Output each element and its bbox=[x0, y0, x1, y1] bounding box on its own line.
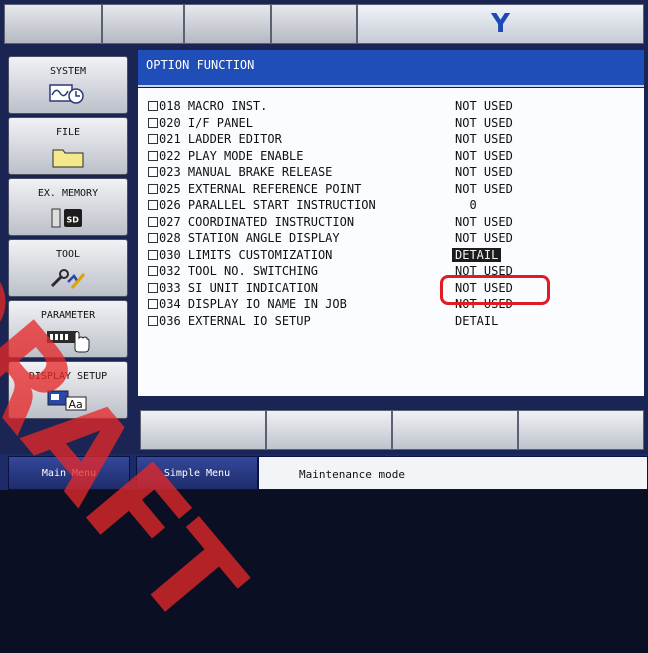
option-value[interactable]: NOT USED bbox=[455, 182, 513, 196]
option-row[interactable]: 023 MANUAL BRAKE RELEASE NOT USED bbox=[148, 164, 638, 180]
menu-system[interactable]: SYSTEM bbox=[8, 56, 128, 114]
display-text-icon: Aa bbox=[9, 388, 127, 412]
checkbox-icon bbox=[148, 150, 158, 161]
function-key-1[interactable] bbox=[140, 410, 266, 450]
sd-card-icon: SD bbox=[9, 205, 127, 229]
option-value[interactable]: NOT USED bbox=[455, 116, 513, 130]
main-menu-button[interactable]: Main Menu bbox=[8, 456, 130, 490]
menu-tool[interactable]: TOOL bbox=[8, 239, 128, 297]
option-row[interactable]: 028 STATION ANGLE DISPLAY NOT USED bbox=[148, 230, 638, 246]
simple-menu-button[interactable]: Simple Menu bbox=[136, 456, 258, 490]
option-name: 021 LADDER EDITOR bbox=[159, 132, 282, 146]
checkbox-icon bbox=[148, 117, 158, 128]
option-row[interactable]: 036 EXTERNAL IO SETUP DETAIL bbox=[148, 313, 638, 329]
checkbox-icon bbox=[148, 134, 158, 144]
main-menu-sidebar: SYSTEM FILE EX. MEMORY SD TOOL PARAMETER bbox=[8, 56, 130, 422]
folder-icon bbox=[9, 144, 127, 168]
option-value[interactable]: NOT USED bbox=[455, 165, 513, 179]
option-name: 030 LIMITS CUSTOMIZATION bbox=[159, 247, 333, 262]
option-list: 018 MACRO INST. NOT USED 020 I/F PANEL NOT… bbox=[138, 88, 644, 396]
option-value[interactable]: NOT USED bbox=[455, 99, 513, 113]
svg-text:SD: SD bbox=[67, 216, 80, 225]
checkbox-icon bbox=[148, 233, 158, 243]
top-button-4[interactable] bbox=[271, 4, 357, 44]
menu-display-setup-label: DISPLAY SETUP bbox=[28, 371, 108, 382]
option-row[interactable]: 026 PARALLEL START INSTRUCTION 0 bbox=[148, 197, 638, 213]
svg-text:Aa: Aa bbox=[69, 398, 83, 411]
panel-title: OPTION FUNCTION bbox=[146, 58, 255, 72]
function-key-2[interactable] bbox=[266, 410, 392, 450]
top-button-2[interactable] bbox=[102, 4, 184, 44]
menu-tool-label: TOOL bbox=[55, 249, 81, 260]
selection-highlight-outline bbox=[440, 275, 550, 305]
option-name: 036 EXTERNAL IO SETUP bbox=[159, 313, 311, 328]
option-row[interactable]: 020 I/F PANEL NOT USED bbox=[148, 115, 638, 131]
checkbox-icon bbox=[148, 266, 158, 276]
checkbox-icon bbox=[148, 216, 158, 227]
option-row[interactable]: 034 DISPLAY IO NAME IN JOB NOT USED bbox=[148, 296, 638, 312]
option-name: 027 COORDINATED INSTRUCTION bbox=[159, 214, 355, 229]
option-name: 020 I/F PANEL bbox=[159, 115, 253, 130]
checkbox-icon bbox=[148, 315, 158, 326]
option-row-selected[interactable]: 030 LIMITS CUSTOMIZATION DETAIL bbox=[148, 247, 638, 263]
status-bar: Main Menu Simple Menu Maintenance mode bbox=[0, 454, 648, 490]
option-name: 034 DISPLAY IO NAME IN JOB bbox=[159, 297, 347, 311]
checkbox-icon bbox=[148, 167, 158, 177]
checkbox-icon bbox=[148, 249, 158, 260]
option-row[interactable]: 033 SI UNIT INDICATION NOT USED bbox=[148, 280, 638, 296]
option-row[interactable]: 018 MACRO INST. NOT USED bbox=[148, 98, 638, 114]
menu-parameter[interactable]: PARAMETER bbox=[8, 300, 128, 358]
checkbox-icon bbox=[148, 282, 158, 293]
menu-parameter-label: PARAMETER bbox=[40, 310, 96, 321]
option-row[interactable]: 032 TOOL NO. SWITCHING NOT USED bbox=[148, 263, 638, 279]
function-key-3[interactable] bbox=[392, 410, 518, 450]
checkbox-icon bbox=[148, 299, 158, 309]
top-button-1[interactable] bbox=[4, 4, 102, 44]
status-message: Maintenance mode bbox=[258, 456, 648, 490]
option-row[interactable]: 025 EXTERNAL REFERENCE POINT NOT USED bbox=[148, 181, 638, 197]
option-value[interactable]: DETAIL bbox=[455, 314, 498, 328]
simple-menu-label: Simple Menu bbox=[163, 468, 231, 479]
option-name: 018 MACRO INST. bbox=[159, 99, 268, 113]
checkbox-icon bbox=[148, 200, 158, 210]
option-value[interactable]: NOT USED bbox=[455, 231, 513, 245]
parameter-hand-icon bbox=[9, 327, 127, 353]
option-value[interactable]: 0 bbox=[455, 198, 476, 212]
checkbox-icon bbox=[148, 183, 158, 194]
menu-file-label: FILE bbox=[55, 127, 81, 138]
option-name: 025 EXTERNAL REFERENCE POINT bbox=[159, 181, 362, 196]
checkbox-icon bbox=[148, 101, 158, 111]
menu-file[interactable]: FILE bbox=[8, 117, 128, 175]
option-name: 026 PARALLEL START INSTRUCTION bbox=[159, 198, 376, 212]
axis-indicator: Y bbox=[357, 4, 644, 44]
system-waveform-clock-icon bbox=[9, 83, 127, 105]
tool-wrench-icon bbox=[9, 266, 127, 290]
option-name: 028 STATION ANGLE DISPLAY bbox=[159, 231, 340, 245]
option-value[interactable]: NOT USED bbox=[455, 132, 513, 146]
top-toolbar: Y bbox=[4, 4, 644, 44]
option-value[interactable]: NOT USED bbox=[455, 215, 513, 229]
mode-text: Maintenance mode bbox=[299, 468, 405, 481]
top-button-3[interactable] bbox=[184, 4, 271, 44]
option-name: 032 TOOL NO. SWITCHING bbox=[159, 264, 318, 278]
option-value-selected[interactable]: DETAIL bbox=[452, 247, 502, 262]
option-value[interactable]: NOT USED bbox=[455, 149, 513, 163]
option-function-panel: OPTION FUNCTION 018 MACRO INST. NOT USED … bbox=[138, 50, 644, 396]
option-row[interactable]: 021 LADDER EDITOR NOT USED bbox=[148, 131, 638, 147]
function-key-4[interactable] bbox=[518, 410, 644, 450]
panel-title-bar: OPTION FUNCTION bbox=[138, 50, 644, 87]
option-name: 023 MANUAL BRAKE RELEASE bbox=[159, 165, 333, 179]
option-row[interactable]: 022 PLAY MODE ENABLE NOT USED bbox=[148, 148, 638, 164]
option-name: 022 PLAY MODE ENABLE bbox=[159, 148, 304, 163]
menu-display-setup[interactable]: DISPLAY SETUP Aa bbox=[8, 361, 128, 419]
menu-system-label: SYSTEM bbox=[49, 66, 87, 77]
main-menu-label: Main Menu bbox=[41, 468, 97, 479]
menu-ex-memory-label: EX. MEMORY bbox=[37, 188, 99, 199]
function-key-bar bbox=[140, 410, 644, 450]
option-name: 033 SI UNIT INDICATION bbox=[159, 280, 318, 295]
pendant-screen: Y SYSTEM FILE EX. MEMORY SD TOOL PARAMET… bbox=[0, 0, 648, 490]
axis-label: Y bbox=[491, 9, 510, 39]
option-row[interactable]: 027 COORDINATED INSTRUCTION NOT USED bbox=[148, 214, 638, 230]
menu-ex-memory[interactable]: EX. MEMORY SD bbox=[8, 178, 128, 236]
